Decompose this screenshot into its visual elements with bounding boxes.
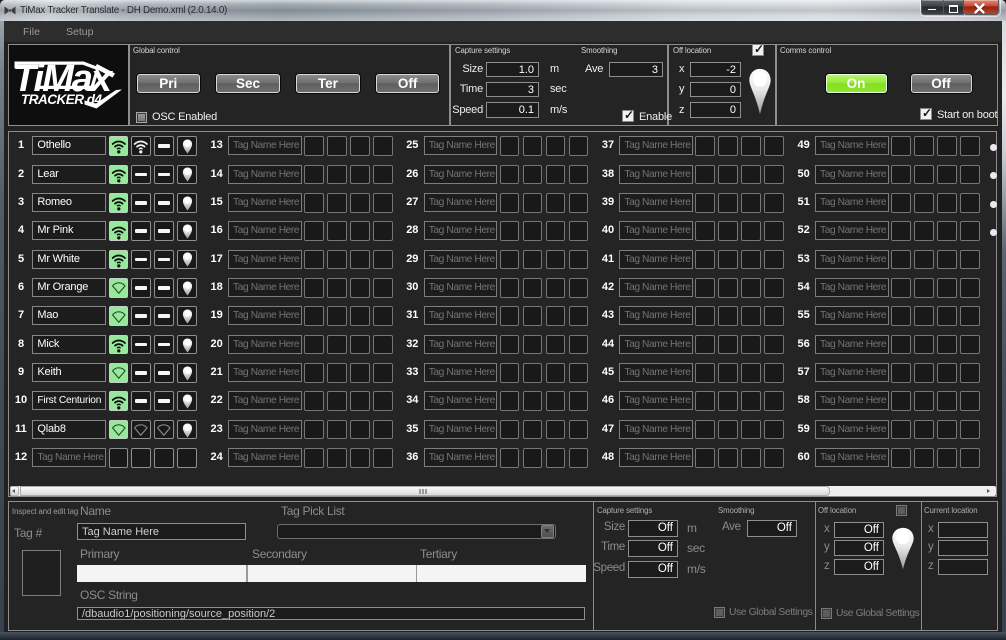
svg-text:TRACKER d4: TRACKER d4 (21, 92, 102, 107)
